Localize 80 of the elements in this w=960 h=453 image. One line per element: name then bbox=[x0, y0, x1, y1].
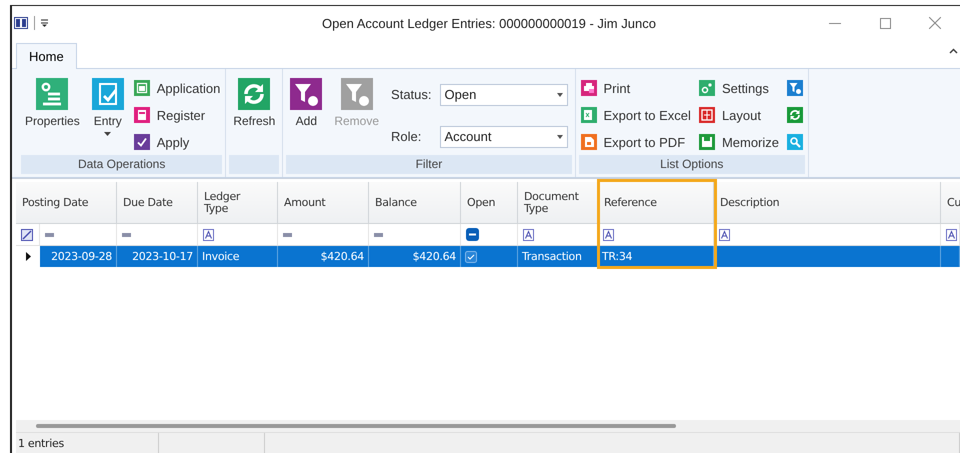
dash-icon[interactable] bbox=[374, 232, 383, 236]
table-cell: $420.64 bbox=[320, 250, 364, 263]
close-icon bbox=[929, 17, 941, 29]
ribbon-button[interactable]: Apply bbox=[132, 130, 222, 154]
table-row[interactable]: 2023-09-28 2023-10-17 Invoice $420.64 $420.64 Transaction TR:34 bbox=[16, 246, 960, 267]
funnel-icon bbox=[290, 78, 322, 110]
column-header[interactable]: Due Date bbox=[117, 182, 198, 224]
minimize-icon bbox=[829, 22, 841, 24]
ribbon-button[interactable]: Application bbox=[132, 76, 222, 100]
text-filter-icon[interactable] bbox=[719, 228, 730, 240]
funnel-icon bbox=[787, 80, 804, 96]
ribbon-button[interactable]: Add bbox=[286, 76, 326, 148]
table-cell: Transaction bbox=[522, 250, 582, 263]
funnel-icon bbox=[340, 78, 373, 110]
text-filter-icon[interactable] bbox=[203, 228, 214, 240]
field-label: Role: bbox=[391, 129, 422, 144]
window-title: Open Account Ledger Entries: 000000000019 - Jim Junco bbox=[321, 16, 657, 30]
table-cell: TR:34 bbox=[602, 250, 632, 263]
edit-filter-icon[interactable] bbox=[21, 228, 33, 240]
ribbon-button[interactable]: Export to PDF bbox=[578, 130, 693, 154]
status-text: 1 entries bbox=[18, 437, 64, 450]
text-filter-icon[interactable] bbox=[946, 228, 957, 240]
window-icon bbox=[134, 80, 150, 96]
group-caption: Data Operations bbox=[21, 155, 222, 174]
search-icon bbox=[787, 134, 804, 150]
document-icon bbox=[580, 134, 596, 150]
quick-access-icon[interactable] bbox=[41, 19, 48, 27]
table-cell: $420.64 bbox=[412, 250, 456, 263]
ribbon-button[interactable]: Register bbox=[132, 103, 222, 127]
group-caption: Filter bbox=[286, 155, 572, 174]
column-header[interactable]: Ledger Type bbox=[198, 182, 278, 224]
caret-icon bbox=[104, 132, 112, 136]
column-header[interactable]: Balance bbox=[369, 182, 461, 224]
scrollbar-thumb[interactable] bbox=[36, 424, 676, 428]
group-caption: List Options bbox=[578, 155, 806, 174]
form-icon bbox=[134, 107, 150, 123]
column-header[interactable]: Reference bbox=[598, 182, 714, 224]
text-filter-icon[interactable] bbox=[603, 228, 614, 240]
text-filter-icon[interactable] bbox=[523, 228, 534, 240]
gear-icon bbox=[698, 80, 715, 96]
dropdown-field[interactable]: Open bbox=[440, 84, 568, 106]
spreadsheet-icon bbox=[580, 107, 596, 123]
grid-icon bbox=[698, 107, 715, 123]
app-icon[interactable] bbox=[14, 17, 28, 29]
notepad-icon bbox=[92, 78, 124, 110]
ribbon-tab[interactable]: Home bbox=[16, 43, 77, 69]
table-cell: 2023-10-17 bbox=[132, 250, 193, 263]
ribbon-button[interactable]: Export to Excel bbox=[578, 103, 693, 127]
caret-icon bbox=[556, 134, 562, 138]
column-header[interactable]: Cu bbox=[941, 182, 960, 224]
caret-icon bbox=[556, 92, 562, 96]
refresh-icon bbox=[238, 78, 270, 110]
dropdown-field[interactable]: Account bbox=[440, 126, 568, 148]
checkbox[interactable] bbox=[465, 250, 477, 262]
refresh-icon bbox=[787, 107, 804, 123]
column-header[interactable]: Amount bbox=[278, 182, 369, 224]
split-button[interactable]: Entry bbox=[88, 76, 128, 148]
printer-icon bbox=[580, 80, 596, 96]
chevron-icon[interactable] bbox=[949, 48, 958, 55]
ribbon-button[interactable]: Print bbox=[578, 76, 693, 100]
column-header[interactable]: Open bbox=[461, 182, 518, 224]
dash-icon[interactable] bbox=[283, 232, 292, 236]
dash-icon[interactable] bbox=[122, 232, 131, 236]
ribbon-button[interactable]: Settings bbox=[696, 76, 782, 100]
save-icon bbox=[698, 134, 715, 150]
table-cell: 2023-09-28 bbox=[51, 250, 112, 263]
document-icon bbox=[36, 78, 68, 110]
column-header[interactable]: Document Type bbox=[518, 182, 598, 224]
checkmark-icon bbox=[134, 134, 150, 150]
checkbox-filter-icon[interactable] bbox=[466, 228, 479, 241]
ribbon-button[interactable]: Properties bbox=[21, 76, 84, 148]
ribbon-button[interactable]: Layout bbox=[696, 103, 782, 127]
table-cell: Invoice bbox=[202, 250, 240, 263]
maximize-icon bbox=[880, 18, 890, 28]
ribbon-button[interactable]: Memorize bbox=[696, 130, 782, 154]
field-label: Status: bbox=[391, 87, 432, 102]
column-header[interactable]: Posting Date bbox=[16, 182, 117, 224]
column-header[interactable]: Description bbox=[714, 182, 941, 224]
ribbon-button[interactable]: Refresh bbox=[229, 76, 280, 148]
dash-icon[interactable] bbox=[45, 232, 54, 236]
